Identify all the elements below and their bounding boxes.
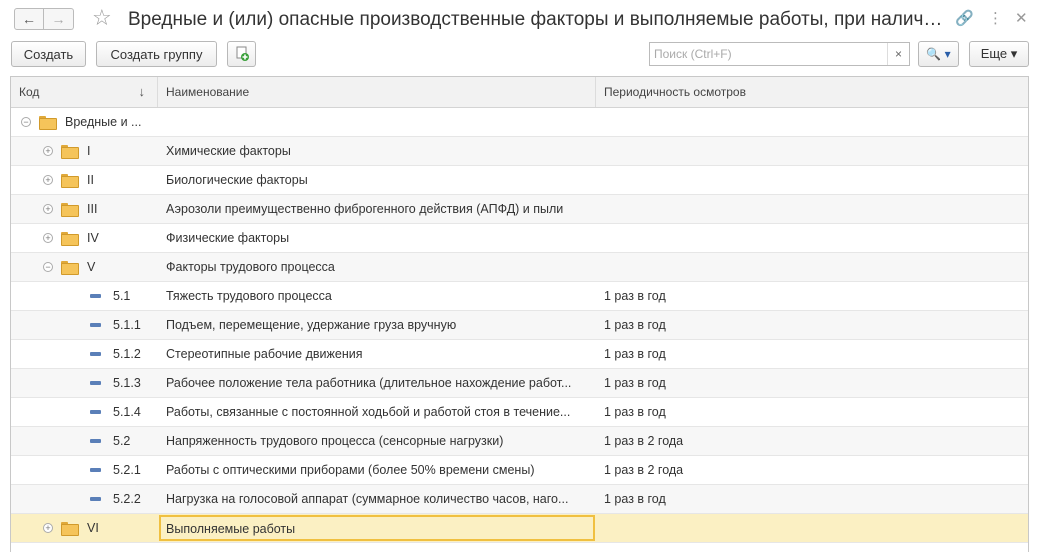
table-row[interactable]: 5.2.2 Нагрузка на голосовой аппарат (сумм… [11, 485, 1028, 514]
cell-name: Подъем, перемещение, удержание груза вру… [166, 318, 457, 332]
cell-name: Физические факторы [166, 231, 290, 245]
favorite-star-icon[interactable]: ☆ [92, 6, 112, 30]
cell-code: II [87, 173, 94, 187]
cell-code: 5.2 [113, 434, 131, 448]
forward-button[interactable]: → [44, 8, 74, 30]
cell-periodicity: 1 раз в год [604, 405, 666, 419]
copy-button[interactable] [227, 41, 256, 67]
sort-down-icon: ↓ [138, 84, 146, 99]
table-row[interactable]: 5.1.4 Работы, связанные с постоянной ходь… [11, 398, 1028, 427]
cell-code: 5.2.1 [113, 463, 141, 477]
table-row[interactable]: 5.1.2 Стереотипные рабочие движения 1 раз … [11, 340, 1028, 369]
table-row[interactable]: − Вредные и ... [11, 108, 1028, 137]
search-button[interactable]: 🔍 ▾ [918, 41, 959, 67]
toolbar: Создать Создать группу × 🔍 ▾ Еще ▾ [0, 40, 1049, 70]
table-row[interactable]: 5.2 Напряженность трудового процесса (сен… [11, 427, 1028, 456]
cell-code: 5.1.2 [113, 347, 141, 361]
column-header-periodicity[interactable]: Периодичность осмотров [596, 77, 1028, 107]
cell-periodicity: 1 раз в 2 года [604, 463, 684, 477]
window-title: Вредные и (или) опасные производственные… [128, 9, 948, 30]
cell-code: I [87, 144, 91, 158]
back-button[interactable]: ← [14, 8, 44, 30]
table-row[interactable]: + II Биологические факторы [11, 166, 1028, 195]
table-row[interactable]: 5.1.3 Рабочее положение тела работника (д… [11, 369, 1028, 398]
copy-add-icon [236, 46, 249, 61]
table-row[interactable]: − V Факторы трудового процесса [11, 253, 1028, 282]
title-bar: ← → ☆ Вредные и (или) опасные производст… [0, 0, 1049, 38]
cell-periodicity [604, 166, 1024, 194]
arrow-right-icon: → [51, 11, 66, 27]
cell-periodicity [604, 224, 1024, 252]
table-body: − Вредные и ... + I Химические факторы + II Био… [11, 108, 1028, 543]
table-header: Код ↓ Наименование Периодичность осмотро… [11, 77, 1028, 108]
cell-code: VI [87, 521, 99, 535]
cell-periodicity [604, 195, 1024, 223]
cell-name: Напряженность трудового процесса (сенсор… [166, 434, 504, 448]
create-button[interactable]: Создать [11, 41, 86, 67]
search-clear-button[interactable]: × [887, 43, 909, 65]
cell-name: Нагрузка на голосовой аппарат (суммарное… [166, 492, 569, 506]
create-group-button[interactable]: Создать группу [96, 41, 217, 67]
column-header-code[interactable]: Код ↓ [11, 77, 158, 107]
cell-name: Химические факторы [166, 144, 291, 158]
cell-name: Стереотипные рабочие движения [166, 347, 363, 361]
search-field: × [649, 42, 910, 66]
cell-name: Выполняемые работы [159, 515, 595, 541]
cell-periodicity [604, 253, 1024, 281]
table-row[interactable]: 5.1 Тяжесть трудового процесса 1 раз в год [11, 282, 1028, 311]
table-row[interactable]: + III Аэрозоли преимущественно фиброгенног… [11, 195, 1028, 224]
cell-code: 5.1.4 [113, 405, 141, 419]
cell-periodicity: 1 раз в год [604, 318, 666, 332]
cell-name: Работы с оптическими приборами (более 50… [166, 463, 535, 477]
more-button[interactable]: Еще ▾ [969, 41, 1029, 67]
search-icon: 🔍 ▾ [926, 47, 951, 61]
cell-name: Биологические факторы [166, 173, 308, 187]
cell-name: Тяжесть трудового процесса [166, 289, 332, 303]
cell-name: Аэрозоли преимущественно фиброгенного де… [166, 202, 564, 216]
cell-periodicity: 1 раз в год [604, 347, 666, 361]
column-header-name[interactable]: Наименование [158, 77, 596, 107]
table-row[interactable]: 5.2.1 Работы с оптическими приборами (бол… [11, 456, 1028, 485]
cell-periodicity [604, 137, 1024, 165]
cell-periodicity: 1 раз в год [604, 289, 666, 303]
cell-code: 5.2.2 [113, 492, 141, 506]
cell-code: 5.1.1 [113, 318, 141, 332]
cell-name: Факторы трудового процесса [166, 260, 335, 274]
cell-code: V [87, 260, 96, 274]
cell-periodicity: 1 раз в год [604, 376, 666, 390]
link-icon[interactable]: 🔗 [955, 10, 974, 28]
cell-name [166, 108, 596, 136]
close-icon[interactable]: ✕ [1015, 10, 1028, 28]
cell-code: 5.1 [113, 289, 131, 303]
cell-code: 5.1.3 [113, 376, 141, 390]
table-row[interactable]: + IV Физические факторы [11, 224, 1028, 253]
cell-code: IV [87, 231, 99, 245]
cell-name: Рабочее положение тела работника (длител… [166, 376, 572, 390]
cell-code: III [87, 202, 98, 216]
arrow-left-icon: ← [22, 11, 36, 27]
cell-periodicity [604, 514, 1024, 542]
table-row[interactable]: 5.1.1 Подъем, перемещение, удержание груз… [11, 311, 1028, 340]
hierarchical-list: Код ↓ Наименование Периодичность осмотро… [10, 76, 1029, 552]
search-input[interactable] [652, 43, 884, 65]
cell-periodicity [604, 108, 1024, 136]
more-vertical-icon[interactable]: ⋮ [988, 10, 1003, 28]
table-row[interactable]: + VI Выполняемые работы [11, 514, 1028, 543]
cell-name: Работы, связанные с постоянной ходьбой и… [166, 405, 571, 419]
cell-code: Вредные и ... [65, 115, 142, 129]
cell-periodicity: 1 раз в 2 года [604, 434, 684, 448]
cell-periodicity: 1 раз в год [604, 492, 666, 506]
table-row[interactable]: + I Химические факторы [11, 137, 1028, 166]
